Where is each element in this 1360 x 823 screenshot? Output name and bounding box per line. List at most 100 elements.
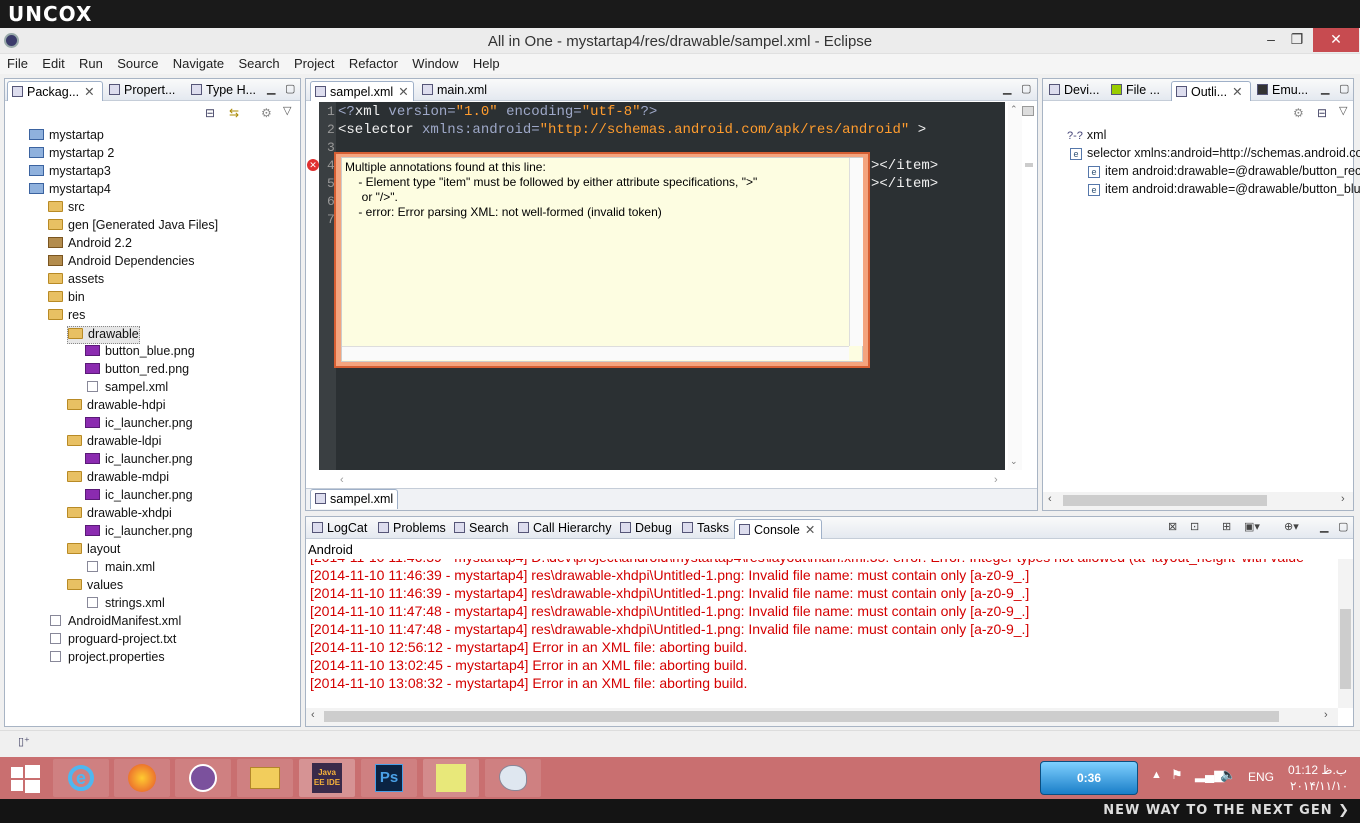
tree-item[interactable]: sampel.xml bbox=[85, 380, 168, 398]
filter-icon[interactable]: ⚙ bbox=[261, 106, 272, 120]
console-vscroll[interactable] bbox=[1338, 559, 1353, 708]
pin-console-icon[interactable]: ⊞ bbox=[1222, 520, 1231, 533]
minimize-view-icon[interactable]: ▁ bbox=[1321, 82, 1329, 95]
error-icon[interactable]: ✕ bbox=[307, 159, 319, 171]
battery-indicator[interactable]: 0:36 bbox=[1040, 761, 1138, 795]
tab-tasks[interactable]: Tasks bbox=[678, 519, 732, 539]
console-output[interactable]: [2014-11-10 11:46:39 - mystartap4] D:\de… bbox=[306, 559, 1338, 708]
tab-logcat[interactable]: LogCat bbox=[308, 519, 372, 539]
tree-item[interactable]: mystartap bbox=[29, 128, 104, 146]
chevron-up-icon[interactable]: ⌃ bbox=[1010, 104, 1018, 115]
view-menu-icon[interactable]: ▽ bbox=[283, 104, 291, 117]
maximize-button[interactable]: ❐ bbox=[1283, 28, 1311, 52]
chevron-right-icon[interactable]: › bbox=[1341, 493, 1345, 505]
popup-vscroll[interactable] bbox=[849, 158, 863, 346]
tree-item[interactable]: drawable-mdpi bbox=[67, 470, 169, 488]
tree-item[interactable]: assets bbox=[48, 272, 104, 290]
minimize-button[interactable]: – bbox=[1257, 28, 1285, 52]
tree-item[interactable]: Android 2.2 bbox=[48, 236, 132, 254]
outline-item[interactable]: e selector xmlns:android=http://schemas.a… bbox=[1070, 146, 1360, 164]
display-console-icon[interactable]: ▣▾ bbox=[1244, 520, 1260, 533]
start-button[interactable] bbox=[0, 759, 50, 797]
tab-main-xml[interactable]: main.xml bbox=[418, 81, 514, 101]
tree-item[interactable]: ic_launcher.png bbox=[85, 488, 193, 506]
tab-type-hierarchy[interactable]: Type H... bbox=[187, 81, 261, 101]
tab-source-view[interactable]: sampel.xml bbox=[310, 489, 398, 509]
maximize-view-icon[interactable]: ▢ bbox=[285, 82, 295, 95]
tab-call-hierarchy[interactable]: Call Hierarchy bbox=[514, 519, 614, 539]
tree-item[interactable]: values bbox=[67, 578, 123, 596]
menu-file[interactable]: File bbox=[3, 54, 32, 73]
tree-item[interactable]: src bbox=[48, 200, 85, 218]
tree-item[interactable]: main.xml bbox=[85, 560, 155, 578]
outline-hscroll[interactable]: ‹ › bbox=[1043, 492, 1353, 510]
tree-item[interactable]: project.properties bbox=[48, 650, 165, 668]
close-icon[interactable]: ✕ bbox=[1232, 85, 1242, 99]
outline-item[interactable]: e item android:drawable=@drawable/button_… bbox=[1088, 164, 1360, 182]
tree-item[interactable]: button_blue.png bbox=[85, 344, 195, 362]
scroll-thumb[interactable] bbox=[1063, 495, 1267, 506]
chevron-left-icon[interactable]: ‹ bbox=[1048, 493, 1052, 505]
ie-icon[interactable]: e bbox=[53, 759, 109, 797]
tab-outline[interactable]: Outli... ✕ bbox=[1171, 81, 1251, 101]
file-explorer-icon[interactable] bbox=[237, 759, 293, 797]
scroll-thumb[interactable] bbox=[324, 711, 1279, 722]
menu-source[interactable]: Source bbox=[113, 54, 162, 73]
tree-item[interactable]: ic_launcher.png bbox=[85, 416, 193, 434]
tab-emulator[interactable]: Emu... bbox=[1253, 81, 1319, 101]
close-button[interactable]: ✕ bbox=[1313, 28, 1359, 52]
javaee-ide-icon[interactable]: Java EE IDE bbox=[299, 759, 355, 797]
maximize-view-icon[interactable]: ▢ bbox=[1021, 82, 1031, 95]
tab-search[interactable]: Search bbox=[450, 519, 512, 539]
volume-icon[interactable]: 🔈 bbox=[1220, 767, 1236, 783]
tree-item[interactable]: res bbox=[48, 308, 85, 326]
clock-date[interactable]: ۲۰۱۴/۱۱/۱۰ bbox=[1290, 779, 1348, 793]
menu-search[interactable]: Search bbox=[234, 54, 283, 73]
maximize-view-icon[interactable]: ▢ bbox=[1338, 520, 1348, 533]
tree-item[interactable]: ic_launcher.png bbox=[85, 524, 193, 542]
minimize-view-icon[interactable]: ▁ bbox=[1003, 82, 1011, 95]
tree-item[interactable]: drawable-xhdpi bbox=[67, 506, 172, 524]
collapse-all-icon[interactable]: ⊟ bbox=[205, 106, 215, 120]
paint-icon[interactable] bbox=[485, 759, 541, 797]
minimize-view-icon[interactable]: ▁ bbox=[1320, 520, 1328, 533]
language-indicator[interactable]: ENG bbox=[1248, 770, 1274, 784]
tree-item[interactable]: proguard-project.txt bbox=[48, 632, 176, 650]
close-icon[interactable]: ✕ bbox=[398, 85, 408, 99]
tree-item[interactable]: drawable-ldpi bbox=[67, 434, 161, 452]
menu-navigate[interactable]: Navigate bbox=[169, 54, 228, 73]
chevron-down-icon[interactable]: ⌄ bbox=[1010, 456, 1018, 467]
menu-project[interactable]: Project bbox=[290, 54, 338, 73]
tab-console[interactable]: Console ✕ bbox=[734, 519, 822, 539]
chevron-right-icon[interactable]: › bbox=[994, 474, 998, 486]
popup-hscroll[interactable] bbox=[342, 346, 849, 360]
scroll-lock-icon[interactable]: ⊡ bbox=[1190, 520, 1199, 533]
menu-refactor[interactable]: Refactor bbox=[345, 54, 402, 73]
outline-item[interactable]: e item android:drawable=@drawable/button_… bbox=[1088, 182, 1360, 200]
chevron-left-icon[interactable]: ‹ bbox=[340, 474, 344, 486]
viber-icon[interactable] bbox=[175, 759, 231, 797]
annotation-popup[interactable]: Multiple annotations found at this line:… bbox=[341, 157, 863, 362]
tab-debug[interactable]: Debug bbox=[616, 519, 676, 539]
menu-run[interactable]: Run bbox=[75, 54, 107, 73]
view-menu-icon[interactable]: ▽ bbox=[1339, 104, 1347, 117]
menu-edit[interactable]: Edit bbox=[38, 54, 68, 73]
tab-file-explorer[interactable]: File ... bbox=[1107, 81, 1169, 101]
tree-item[interactable]: drawable-hdpi bbox=[67, 398, 166, 416]
flag-icon[interactable]: ⚑ bbox=[1171, 767, 1183, 783]
outline-item[interactable]: ?-? xml bbox=[1067, 128, 1106, 146]
clock-time[interactable]: 01:12 ب.ظ bbox=[1288, 763, 1347, 777]
tree-item[interactable]: button_red.png bbox=[85, 362, 189, 380]
firefox-icon[interactable] bbox=[114, 759, 170, 797]
editor-scrollbar[interactable]: ⌃ ⌄ bbox=[1008, 102, 1022, 470]
tab-devices[interactable]: Devi... bbox=[1045, 81, 1105, 101]
show-hidden-icons[interactable]: ▲ bbox=[1151, 769, 1162, 781]
tree-item[interactable]: Android Dependencies bbox=[48, 254, 194, 272]
chevron-right-icon[interactable]: › bbox=[1324, 709, 1328, 721]
media-player-icon[interactable] bbox=[423, 759, 479, 797]
tab-sampel-xml[interactable]: sampel.xml ✕ bbox=[310, 81, 414, 101]
tree-item[interactable]: mystartap3 bbox=[29, 164, 111, 182]
collapse-all-icon[interactable]: ⊟ bbox=[1317, 106, 1327, 120]
maximize-view-icon[interactable]: ▢ bbox=[1339, 82, 1349, 95]
close-icon[interactable]: ✕ bbox=[84, 85, 94, 99]
